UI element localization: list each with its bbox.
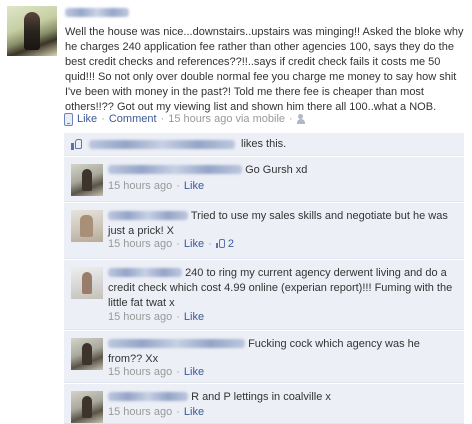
comment-item: 240 to ring my current agency derwent li… [64, 260, 464, 330]
privacy-friends-icon[interactable] [296, 114, 309, 124]
thumbs-up-icon [71, 138, 83, 150]
comment-timestamp[interactable]: 15 hours ago [108, 180, 172, 192]
post-like-link[interactable]: Like [77, 113, 97, 125]
comment-text: Go Gursh xd [245, 164, 308, 176]
commenter-name[interactable] [108, 339, 245, 348]
commenter-avatar[interactable] [71, 267, 103, 299]
separator: · [176, 406, 180, 418]
commenter-avatar[interactable] [71, 210, 103, 242]
post-actions: Like · Comment · 15 hours ago via mobile… [64, 111, 309, 127]
commenter-name[interactable] [108, 268, 182, 277]
likes-summary: likes this. [64, 133, 464, 156]
comment-timestamp[interactable]: 15 hours ago [108, 366, 172, 378]
comment-body: R and P lettings in coalville x [108, 390, 453, 405]
comment-item: Go Gursh xd 15 hours ago · Like [64, 157, 464, 202]
separator: · [176, 366, 180, 378]
post-timestamp[interactable]: 15 hours ago via mobile [168, 113, 285, 125]
post-author-name[interactable] [65, 8, 129, 17]
comment-item: R and P lettings in coalville x 15 hours… [64, 384, 464, 424]
comment-body: 240 to ring my current agency derwent li… [108, 266, 453, 311]
comment-timestamp[interactable]: 15 hours ago [108, 238, 172, 250]
commenter-name[interactable] [108, 211, 188, 220]
comment-body: Fucking cock which agency was he from?? … [108, 337, 453, 367]
comment-body: Go Gursh xd [108, 163, 453, 178]
commenter-avatar[interactable] [71, 164, 103, 196]
comment-text: R and P lettings in coalville x [191, 391, 331, 403]
comment-meta: 15 hours ago · Like [108, 311, 204, 323]
likes-suffix: likes this. [241, 138, 287, 150]
comment-like-link[interactable]: Like [184, 180, 204, 192]
comment-like-link[interactable]: Like [184, 406, 204, 418]
comment-timestamp[interactable]: 15 hours ago [108, 311, 172, 323]
mobile-phone-icon [64, 112, 73, 126]
separator: · [289, 113, 293, 125]
post-comment-link[interactable]: Comment [109, 113, 157, 125]
separator: · [101, 113, 105, 125]
like-count-value: 2 [227, 238, 234, 250]
separator: · [160, 113, 165, 125]
comment-meta: 15 hours ago · Like [108, 180, 204, 192]
comment-item: Fucking cock which agency was he from?? … [64, 331, 464, 383]
comment-body: Tried to use my sales skills and negotia… [108, 209, 453, 239]
comment-meta: 15 hours ago · Like [108, 366, 204, 378]
comment-timestamp[interactable]: 15 hours ago [108, 406, 172, 418]
comment-like-link[interactable]: Like [184, 311, 204, 323]
commenter-avatar[interactable] [71, 338, 103, 370]
separator: · [176, 238, 180, 250]
comment-like-count[interactable]: 2 [215, 238, 234, 250]
comment-item: Tried to use my sales skills and negotia… [64, 203, 464, 259]
separator: · [176, 311, 180, 323]
post-text: Well the house was nice...downstairs..up… [65, 26, 464, 113]
liker-name-link[interactable] [89, 139, 235, 149]
commenter-avatar[interactable] [71, 391, 103, 423]
comment-meta: 15 hours ago · Like · 2 [108, 238, 234, 250]
separator: · [176, 180, 180, 192]
commenter-name[interactable] [108, 165, 242, 174]
post-author-avatar[interactable] [7, 6, 57, 56]
commenter-name[interactable] [108, 392, 188, 401]
separator: · [208, 238, 212, 250]
comment-like-link[interactable]: Like [184, 366, 204, 378]
thumbs-up-icon [215, 239, 225, 248]
comment-meta: 15 hours ago · Like [108, 406, 204, 418]
comment-like-link[interactable]: Like [184, 238, 204, 250]
